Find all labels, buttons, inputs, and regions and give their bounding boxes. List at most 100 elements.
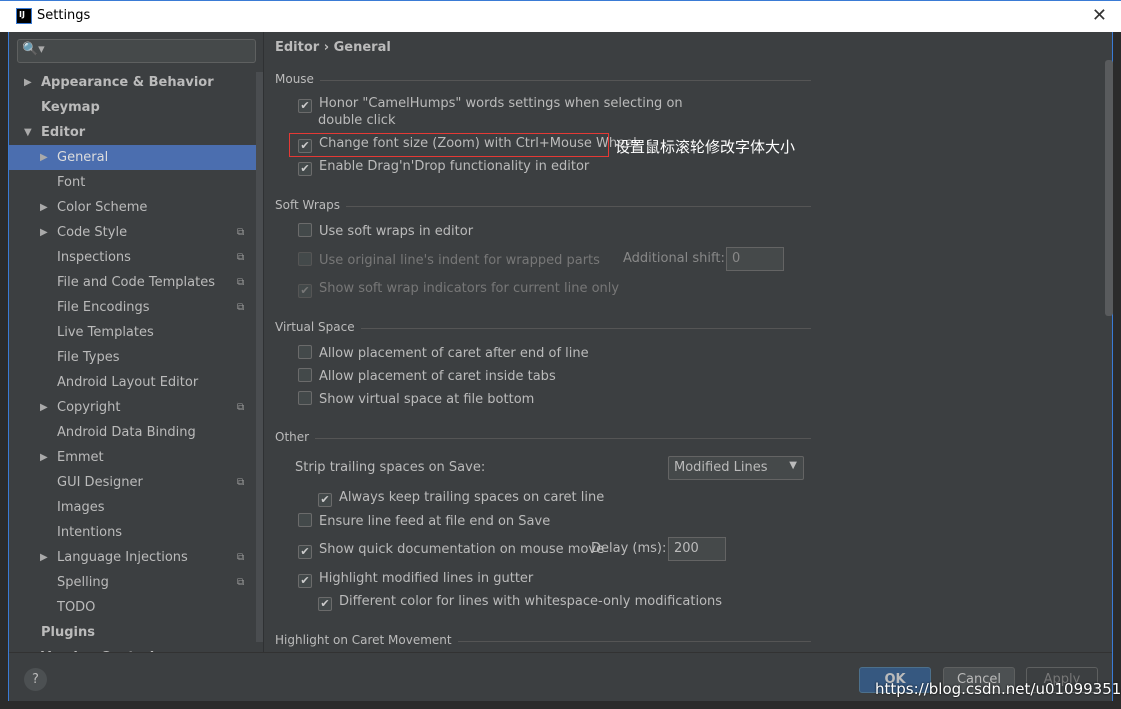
close-button[interactable]: ✕ [1092, 5, 1107, 26]
project-settings-icon: ⧉ [237, 277, 245, 288]
settings-tree: ▶ Appearance & Behavior Keymap ▼ Editor ▶ Gene… [9, 70, 263, 652]
tree-item-label: Inspections [57, 250, 131, 265]
project-settings-icon: ⧉ [237, 227, 245, 238]
dragdrop-checkbox[interactable]: ✔ Enable Drag'n'Drop functionality in edi… [298, 159, 589, 176]
tree-item[interactable]: Live Templates [9, 320, 263, 345]
tree-item-label: General [57, 150, 109, 165]
virtual-bottom-checkbox[interactable]: Show virtual space at file bottom [298, 391, 534, 407]
chevron-right-icon[interactable]: ▶ [40, 145, 48, 170]
search-input[interactable]: 🔍▾ [17, 39, 256, 63]
highlight-modified-checkbox[interactable]: ✔ Highlight modified lines in gutter [298, 571, 533, 588]
tree-item[interactable]: Keymap [9, 95, 263, 120]
keep-trailing-checkbox[interactable]: ✔ Always keep trailing spaces on caret li… [318, 490, 604, 507]
settings-window: 🔍▾ ▶ Appearance & Behavior Keymap ▼ Editor ▶ G… [8, 0, 1113, 701]
tree-item[interactable]: ▶ Color Scheme [9, 195, 263, 220]
help-button[interactable]: ? [24, 668, 47, 691]
diff-color-checkbox[interactable]: ✔ Different color for lines with whitespa… [318, 594, 722, 611]
additional-shift-input[interactable]: 0 [726, 247, 784, 271]
tree-item-label: File and Code Templates [57, 275, 215, 290]
indicators-checkbox[interactable]: ✔ Show soft wrap indicators for current l… [298, 281, 619, 298]
delay-label: Delay (ms): [591, 541, 667, 556]
chevron-down-icon[interactable]: ▼ [24, 120, 32, 145]
tree-item[interactable]: GUI Designer ⧉ [9, 470, 263, 495]
softwraps-checkbox[interactable]: Use soft wraps in editor [298, 223, 473, 239]
title-bar: IJ Settings ✕ [0, 0, 1121, 32]
intellij-logo-icon: IJ [16, 8, 32, 24]
annotation-text: 设置鼠标滚轮修改字体大小 [615, 138, 796, 156]
tree-item[interactable]: ▶ Code Style ⧉ [9, 220, 263, 245]
tree-item[interactable]: ▶ Language Injections ⧉ [9, 545, 263, 570]
tree-item-label: Images [57, 500, 105, 515]
chevron-right-icon[interactable]: ▶ [40, 195, 48, 220]
tree-item[interactable]: TODO [9, 595, 263, 620]
tree-item-label: TODO [57, 600, 96, 615]
strip-label: Strip trailing spaces on Save: [295, 460, 486, 475]
tree-item-label: Emmet [57, 450, 104, 465]
tree-item[interactable]: Images [9, 495, 263, 520]
project-settings-icon: ⧉ [237, 477, 245, 488]
tree-item[interactable]: ▶ Version Control ⧉ [9, 645, 263, 652]
tree-item-label: GUI Designer [57, 475, 143, 490]
tree-item[interactable]: ▼ Editor [9, 120, 263, 145]
chevron-right-icon[interactable]: ▶ [24, 70, 32, 95]
project-settings-icon: ⧉ [237, 577, 245, 588]
tree-item-label: Editor [41, 125, 86, 140]
tree-item[interactable]: File Types [9, 345, 263, 370]
tree-item[interactable]: ▶ General [9, 145, 263, 170]
chevron-right-icon[interactable]: ▶ [24, 645, 32, 652]
camelhumps-checkbox[interactable]: ✔ Honor "CamelHumps" words settings when … [298, 96, 683, 113]
tree-item-label: File Types [57, 350, 120, 365]
sidebar-scrollbar[interactable] [256, 72, 263, 642]
section-soft-wraps: Soft Wraps [275, 198, 811, 212]
chevron-right-icon[interactable]: ▶ [40, 220, 48, 245]
tree-item-label: Appearance & Behavior [41, 75, 214, 90]
sidebar: 🔍▾ ▶ Appearance & Behavior Keymap ▼ Editor ▶ G… [9, 32, 264, 652]
tree-item[interactable]: Inspections ⧉ [9, 245, 263, 270]
indent-checkbox[interactable]: Use original line's indent for wrapped p… [298, 252, 600, 268]
tree-item-label: Language Injections [57, 550, 188, 565]
caret-tabs-checkbox[interactable]: Allow placement of caret inside tabs [298, 368, 556, 384]
section-virtual-space: Virtual Space [275, 320, 811, 334]
chevron-down-icon: ▼ [789, 460, 797, 471]
checkbox-checked-icon: ✔ [298, 162, 312, 176]
tree-item[interactable]: Android Layout Editor [9, 370, 263, 395]
delay-input[interactable]: 200 [668, 537, 726, 561]
watermark: https://blog.csdn.net/u010993514 [875, 680, 1121, 698]
tree-item[interactable]: ▶ Copyright ⧉ [9, 395, 263, 420]
project-settings-icon: ⧉ [237, 302, 245, 313]
tree-item[interactable]: File and Code Templates ⧉ [9, 270, 263, 295]
chevron-right-icon[interactable]: ▶ [40, 445, 48, 470]
tree-item-label: Plugins [41, 625, 95, 640]
window-title: Settings [37, 8, 91, 23]
tree-item[interactable]: File Encodings ⧉ [9, 295, 263, 320]
section-other: Other [275, 430, 811, 444]
caret-end-checkbox[interactable]: Allow placement of caret after end of li… [298, 345, 589, 361]
camelhumps-label-cont: double click [318, 113, 396, 128]
project-settings-icon: ⧉ [237, 645, 244, 652]
tree-item[interactable]: ▶ Appearance & Behavior [9, 70, 263, 95]
tree-item-label: Intentions [57, 525, 123, 540]
content-panel: Editor › General Mouse ✔ Honor "CamelHump… [265, 32, 1113, 652]
tree-item[interactable]: Spelling ⧉ [9, 570, 263, 595]
chevron-right-icon[interactable]: ▶ [40, 395, 48, 420]
additional-shift-label: Additional shift: [623, 251, 725, 266]
quick-doc-checkbox[interactable]: ✔ Show quick documentation on mouse move [298, 542, 604, 559]
tree-item-label: Android Data Binding [57, 425, 196, 440]
tree-item-label: Keymap [41, 100, 100, 115]
strip-select[interactable]: Modified Lines ▼ [668, 456, 804, 480]
tree-item[interactable]: Plugins [9, 620, 263, 645]
tree-item-label: Copyright [57, 400, 121, 415]
tree-item[interactable]: Android Data Binding [9, 420, 263, 445]
search-icon: 🔍▾ [22, 42, 45, 57]
tree-item[interactable]: Intentions [9, 520, 263, 545]
tree-item[interactable]: ▶ Emmet [9, 445, 263, 470]
tree-item-label: Code Style [57, 225, 128, 240]
tree-item-label: Android Layout Editor [57, 375, 199, 390]
section-highlight: Highlight on Caret Movement [275, 633, 811, 647]
tree-item-label: Spelling [57, 575, 109, 590]
content-scrollbar[interactable] [1105, 60, 1113, 316]
tree-item[interactable]: Font [9, 170, 263, 195]
tree-item-label: Live Templates [57, 325, 154, 340]
line-feed-checkbox[interactable]: Ensure line feed at file end on Save [298, 513, 550, 529]
chevron-right-icon[interactable]: ▶ [40, 545, 48, 570]
